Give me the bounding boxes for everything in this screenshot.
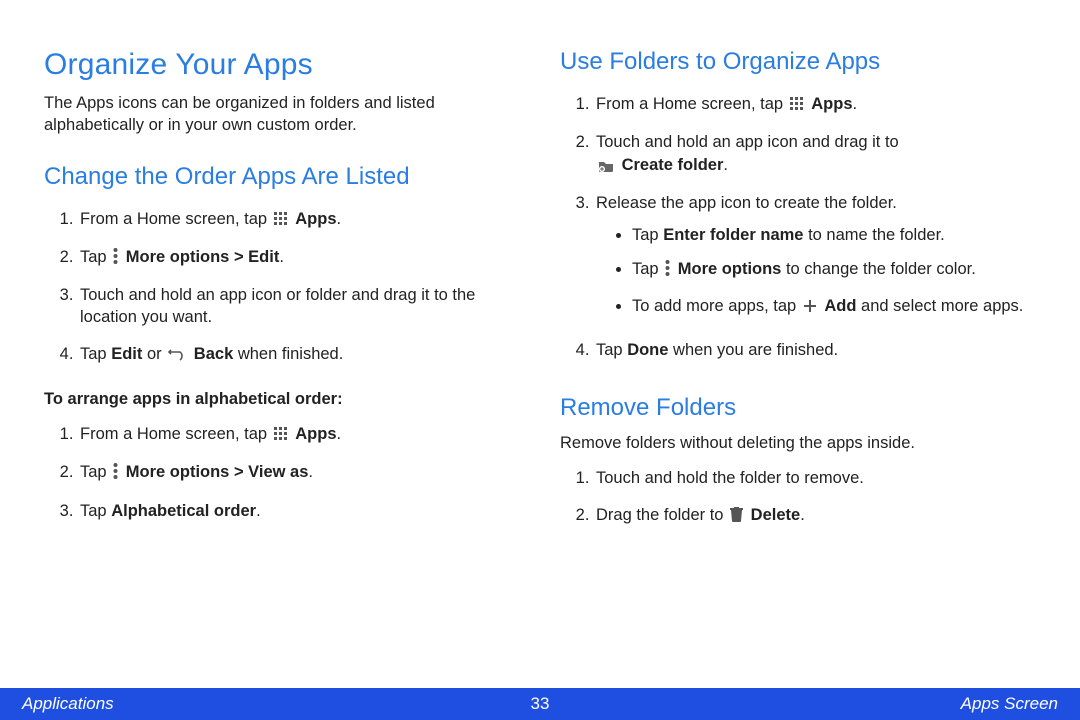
left-column: Organize Your Apps The Apps icons can be… [44, 48, 520, 535]
folders-steps: From a Home screen, tap Apps. Touch and … [560, 86, 1036, 368]
section-heading-folders: Use Folders to Organize Apps [560, 48, 1036, 76]
more-options-icon [113, 463, 118, 485]
list-item: Release the app icon to create the folde… [594, 185, 1036, 332]
list-item: From a Home screen, tap Apps. [78, 201, 520, 239]
alphabetical-steps: From a Home screen, tap Apps. Tap More o… [44, 416, 520, 529]
list-item: Drag the folder to Delete. [594, 497, 1036, 535]
create-folder-icon [598, 156, 614, 178]
remove-steps: Touch and hold the folder to remove. Dra… [560, 460, 1036, 535]
list-item: Tap More options to change the folder co… [632, 252, 1034, 288]
page-number: 33 [531, 694, 550, 714]
list-item: Touch and hold an app icon and drag it t… [594, 124, 1036, 185]
list-item: Touch and hold the folder to remove. [594, 460, 1036, 496]
apps-grid-icon [274, 210, 288, 232]
folder-substeps: Tap Enter folder name to name the folder… [596, 218, 1034, 325]
change-order-steps: From a Home screen, tap Apps. Tap More o… [44, 201, 520, 374]
apps-grid-icon [274, 425, 288, 447]
intro-text: The Apps icons can be organized in folde… [44, 92, 520, 137]
subheading-alphabetical: To arrange apps in alphabetical order: [44, 388, 520, 410]
section-heading-change-order: Change the Order Apps Are Listed [44, 163, 520, 191]
delete-icon [730, 506, 743, 528]
right-column: Use Folders to Organize Apps From a Home… [560, 48, 1036, 535]
plus-icon [803, 297, 817, 319]
more-options-icon [113, 248, 118, 270]
list-item: Tap Alphabetical order. [78, 493, 520, 529]
list-item: From a Home screen, tap Apps. [78, 416, 520, 454]
section-heading-remove: Remove Folders [560, 394, 1036, 422]
more-options-icon [665, 260, 670, 282]
list-item: Tap More options > View as. [78, 454, 520, 492]
page-footer: Applications 33 Apps Screen [0, 688, 1080, 720]
list-item: Tap Enter folder name to name the folder… [632, 218, 1034, 252]
back-icon [168, 345, 186, 367]
footer-right: Apps Screen [961, 694, 1058, 714]
list-item: Tap Edit or Back when finished. [78, 336, 520, 374]
list-item: Tap More options > Edit. [78, 239, 520, 277]
list-item: From a Home screen, tap Apps. [594, 86, 1036, 124]
apps-grid-icon [790, 95, 804, 117]
remove-intro: Remove folders without deleting the apps… [560, 432, 1036, 454]
list-item: To add more apps, tap Add and select mor… [632, 289, 1034, 325]
footer-left: Applications [22, 694, 114, 714]
page-title: Organize Your Apps [44, 48, 520, 82]
list-item: Touch and hold an app icon or folder and… [78, 277, 520, 336]
list-item: Tap Done when you are finished. [594, 332, 1036, 368]
